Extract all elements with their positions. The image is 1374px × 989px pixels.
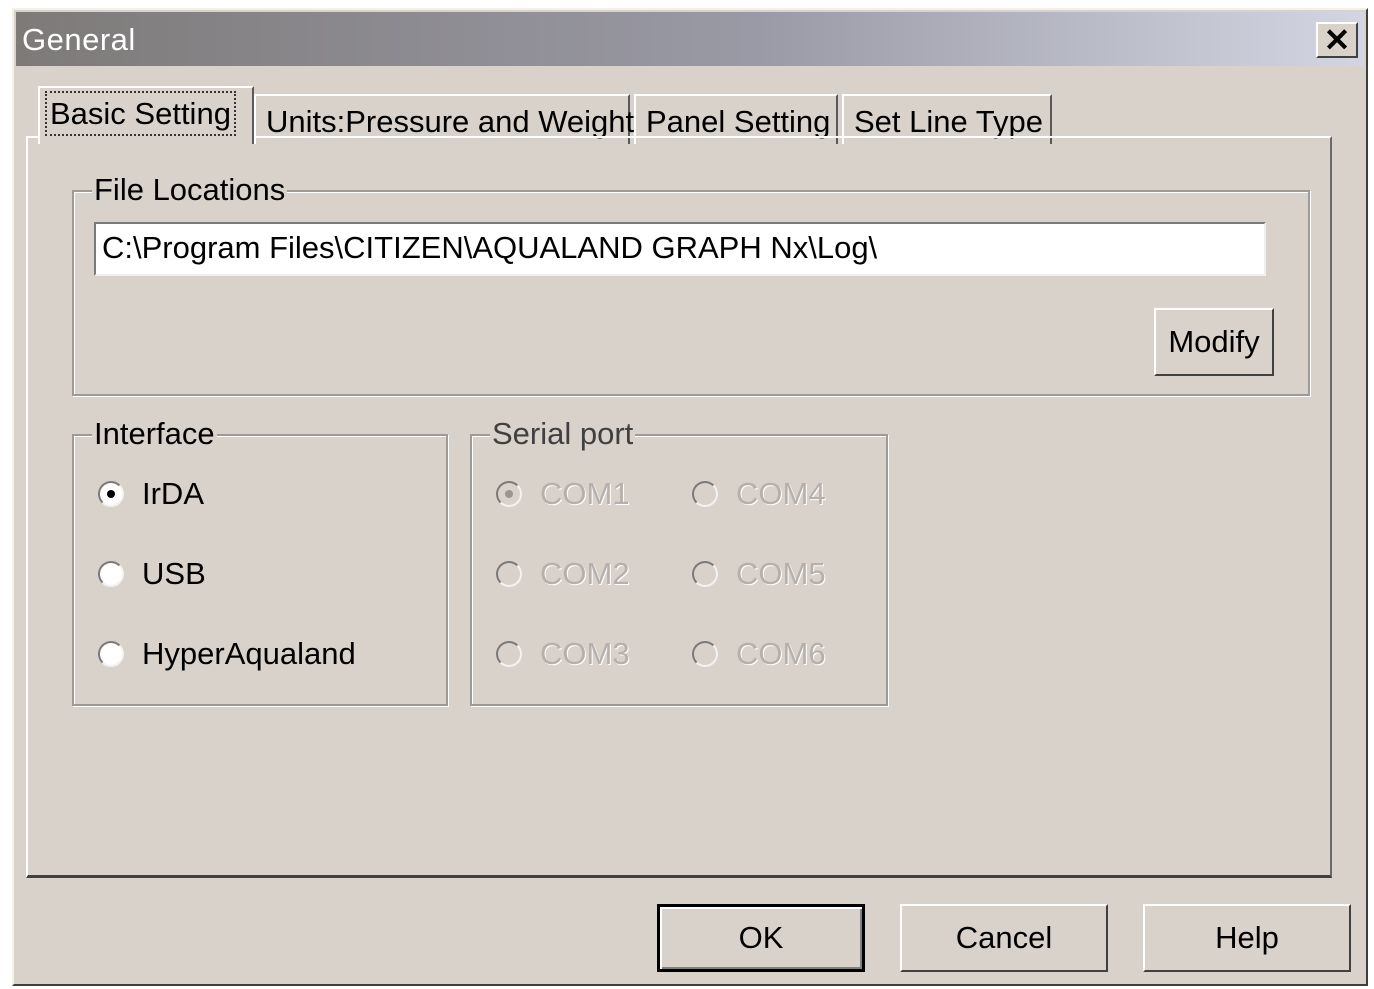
tab-set-line-type-label: Set Line Type (854, 104, 1044, 139)
radio-com6-indicator (692, 641, 718, 667)
interface-label: Interface (92, 416, 217, 452)
help-button-label: Help (1215, 920, 1279, 955)
radio-hyperaqualand-label: HyperAqualand (142, 636, 356, 671)
cancel-button-label: Cancel (955, 920, 1053, 955)
close-icon: ✕ (1323, 22, 1351, 58)
radio-com6[interactable]: COM6 (692, 636, 826, 672)
radio-com1-label: COM1 (540, 476, 630, 511)
tab-panel-setting-label: Panel Setting (646, 104, 831, 139)
radio-com2[interactable]: COM2 (496, 556, 630, 592)
modify-button-label: Modify (1168, 324, 1260, 359)
radio-com3-label: COM3 (540, 636, 630, 671)
radio-com4-indicator (692, 481, 718, 507)
radio-com2-indicator (496, 561, 522, 587)
tab-units-label: Units:Pressure and Weight (266, 104, 635, 139)
radio-com5-label: COM5 (736, 556, 826, 591)
modify-button[interactable]: Modify (1154, 308, 1274, 376)
radio-com3-indicator (496, 641, 522, 667)
radio-com5-indicator (692, 561, 718, 587)
radio-com1[interactable]: COM1 (496, 476, 630, 512)
ok-button-label: OK (738, 920, 784, 955)
file-location-path-field[interactable]: C:\Program Files\CITIZEN\AQUALAND GRAPH … (94, 222, 1266, 276)
title-bar[interactable]: General ✕ (16, 12, 1364, 66)
radio-irda-label: IrDA (142, 476, 204, 511)
radio-usb-indicator (98, 561, 124, 587)
help-button[interactable]: Help (1143, 904, 1351, 972)
radio-com4-label: COM4 (736, 476, 826, 511)
tab-basic-setting-label: Basic Setting (45, 91, 236, 136)
file-locations-group: File Locations (72, 172, 1310, 396)
radio-com6-label: COM6 (736, 636, 826, 671)
radio-com3[interactable]: COM3 (496, 636, 630, 672)
ok-button[interactable]: OK (657, 904, 865, 972)
radio-com2-label: COM2 (540, 556, 630, 591)
radio-usb-label: USB (142, 556, 206, 591)
radio-com1-indicator (496, 481, 522, 507)
radio-hyperaqualand-indicator (98, 641, 124, 667)
tab-basic-setting[interactable]: Basic Setting (38, 86, 254, 144)
radio-irda[interactable]: IrDA (98, 476, 204, 512)
radio-com4[interactable]: COM4 (692, 476, 826, 512)
serial-port-label: Serial port (490, 416, 636, 452)
window-title: General (22, 22, 136, 57)
close-button[interactable]: ✕ (1316, 22, 1358, 58)
file-locations-label: File Locations (92, 172, 288, 208)
radio-hyperaqualand[interactable]: HyperAqualand (98, 636, 356, 672)
radio-com5[interactable]: COM5 (692, 556, 826, 592)
cancel-button[interactable]: Cancel (900, 904, 1108, 972)
radio-irda-indicator (98, 481, 124, 507)
radio-usb[interactable]: USB (98, 556, 206, 592)
